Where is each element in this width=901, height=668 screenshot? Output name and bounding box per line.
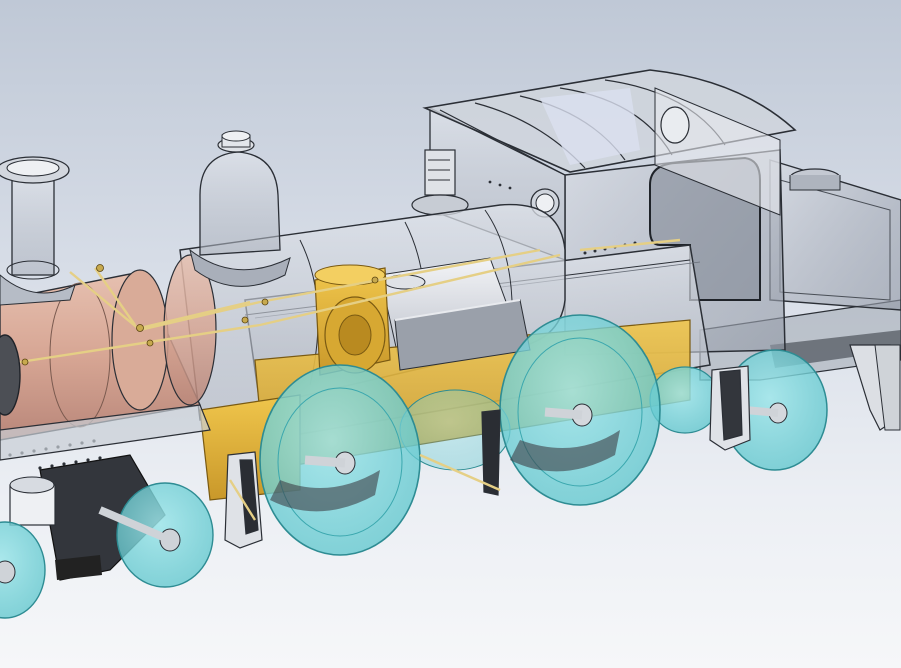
bogie-wheel-front <box>0 521 46 619</box>
chimney <box>0 156 76 306</box>
driving-wheel-leading <box>259 364 421 556</box>
cad-viewport[interactable] <box>0 0 901 668</box>
locomotive-model <box>0 69 901 619</box>
driving-wheel-trailing <box>499 314 661 506</box>
